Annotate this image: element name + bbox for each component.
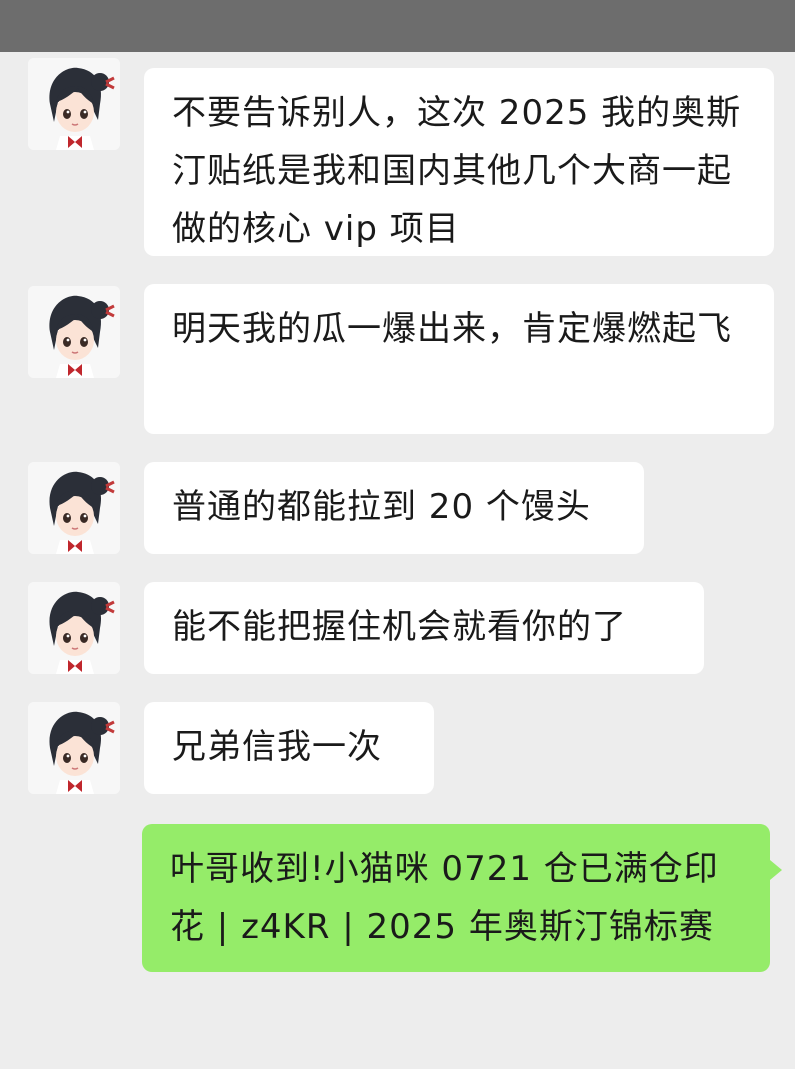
- message-bubble-incoming[interactable]: 兄弟信我一次: [144, 702, 434, 794]
- message-bubble-incoming[interactable]: 普通的都能拉到 20 个馒头: [144, 462, 644, 554]
- anime-girl-avatar-icon[interactable]: [28, 582, 120, 674]
- anime-girl-avatar-icon[interactable]: [28, 58, 120, 150]
- anime-girl-avatar-icon[interactable]: [28, 286, 120, 378]
- status-bar: [0, 0, 795, 52]
- chat-message-list[interactable]: 不要告诉别人，这次 2025 我的奥斯汀贴纸是我和国内其他几个大商一起做的核心 …: [0, 52, 795, 1069]
- anime-girl-avatar-icon[interactable]: [28, 702, 120, 794]
- message-bubble-incoming[interactable]: 能不能把握住机会就看你的了: [144, 582, 704, 674]
- message-bubble-outgoing[interactable]: 叶哥收到!小猫咪 0721 仓已满仓印花 | z4KR | 2025 年奥斯汀锦…: [142, 824, 770, 972]
- message-bubble-incoming[interactable]: 明天我的瓜一爆出来，肯定爆燃起飞: [144, 284, 774, 434]
- bubble-tail: [770, 860, 782, 880]
- anime-girl-avatar-icon[interactable]: [28, 462, 120, 554]
- message-bubble-incoming[interactable]: 不要告诉别人，这次 2025 我的奥斯汀贴纸是我和国内其他几个大商一起做的核心 …: [144, 68, 774, 256]
